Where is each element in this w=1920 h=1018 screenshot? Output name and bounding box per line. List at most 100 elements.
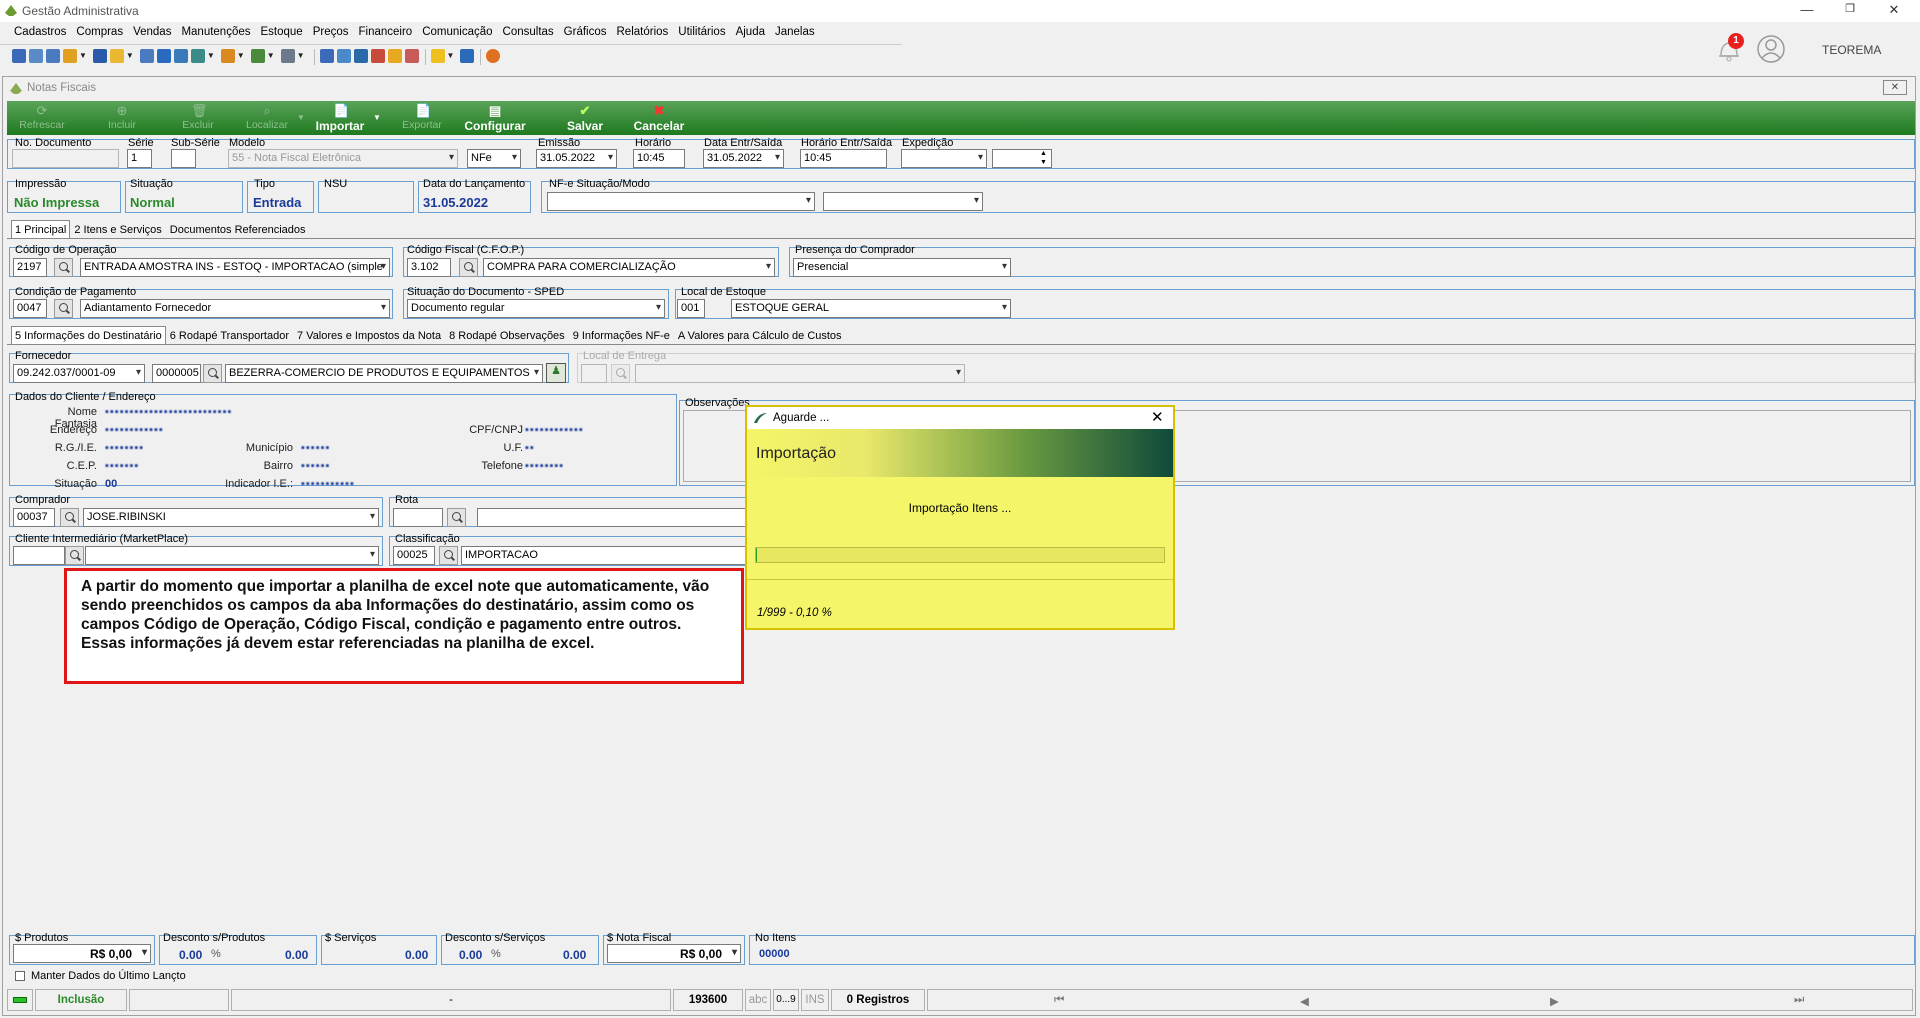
local-estoque-code-input[interactable]: 001 [677,299,705,318]
tab-valores-impostos[interactable]: 7 Valores e Impostos da Nota [293,326,445,346]
toolbar-icon-16[interactable] [370,49,385,63]
no-documento-input[interactable] [12,149,119,168]
local-estoque-select[interactable]: ESTOQUE GERAL [731,299,1011,318]
toolbar-icon-8[interactable] [156,49,171,63]
horario-entr-input[interactable]: 10:45 [800,149,887,168]
cfop-code-input[interactable]: 3.102 [407,258,451,277]
keep-data-checkbox[interactable] [15,971,25,981]
include-button[interactable]: ⊕ Incluir [99,104,145,134]
chevron-down-icon[interactable]: ▼ [373,113,381,122]
classificacao-input[interactable]: IMPORTACAO [461,546,747,565]
chevron-down-icon[interactable]: ▼ [237,51,245,60]
chevron-down-icon[interactable]: ▼ [297,113,305,122]
favorites-star-icon[interactable] [430,49,445,63]
nfe-modo-select[interactable] [823,192,983,211]
tab-valores-custos[interactable]: A Valores para Cálculo de Custos [674,326,846,346]
restore-button[interactable]: ❐ [1840,2,1860,20]
total-produtos-select[interactable]: R$ 0,00 [13,944,151,963]
toolbar-icon-5[interactable] [92,49,107,63]
toolbar-icon-12[interactable] [250,49,265,63]
toolbar-icon-11[interactable] [220,49,235,63]
rota-input[interactable] [477,508,747,527]
search-icon[interactable] [65,546,84,565]
toolbar-icon-7[interactable] [139,49,154,63]
cond-pagamento-code-input[interactable]: 0047 [13,299,47,318]
toolbar-icon-9[interactable] [173,49,188,63]
fornecedor-code-input[interactable]: 0000005 [152,364,201,383]
intermediario-code-input[interactable] [13,546,65,565]
search-icon[interactable] [611,364,630,383]
toolbar-icon-17[interactable] [387,49,402,63]
toolbar-icon-13[interactable] [280,49,295,63]
menu-graficos[interactable]: Gráficos [559,22,612,38]
nfe-situacao-select[interactable] [547,192,815,211]
situacao-sped-select[interactable]: Documento regular [407,299,665,318]
data-entr-date-input[interactable]: 31.05.2022 [703,149,784,168]
tab-rodape-observacoes[interactable]: 8 Rodapé Observações [445,326,569,346]
total-nota-select[interactable]: R$ 0,00 [607,944,741,963]
toolbar-icon-15[interactable] [336,49,351,63]
fornecedor-cnpj-select[interactable]: 09.242.037/0001-09 [13,364,145,383]
person-card-icon[interactable]: ♟ [546,363,566,383]
import-button[interactable]: 📄 Importar [311,104,369,134]
rota-code-input[interactable] [393,508,443,527]
find-button[interactable]: ⌕ Localizar [239,104,295,134]
save-button[interactable]: ✔ Salvar [563,104,607,134]
chevron-down-icon[interactable]: ▼ [267,51,275,60]
close-child-button[interactable]: ✕ [1883,80,1907,95]
chevron-down-icon[interactable]: ▼ [297,51,305,60]
calendar-icon[interactable] [353,49,368,63]
toolbar-icon-1[interactable] [12,49,26,63]
menu-precos[interactable]: Preços [308,22,354,38]
cfop-select[interactable]: COMPRA PARA COMERCIALIZAÇÃO [483,258,775,277]
chevron-down-icon[interactable]: ▼ [79,51,87,60]
toolbar-icon-14[interactable] [319,49,334,63]
search-icon[interactable] [60,508,79,527]
chevron-down-icon[interactable]: ▼ [126,51,134,60]
search-icon[interactable] [459,258,478,277]
search-icon[interactable] [54,299,73,318]
export-button[interactable]: 📄 Exportar [393,104,451,134]
search-icon[interactable] [447,508,466,527]
menu-consultas[interactable]: Consultas [498,22,559,38]
intermediario-select[interactable] [85,546,379,565]
user-avatar-icon[interactable] [1756,34,1786,64]
emissao-date-input[interactable]: 31.05.2022 [536,149,617,168]
next-record-icon[interactable]: ▶ [1550,994,1559,1008]
toolbar-icon-19[interactable] [460,49,475,63]
tab-itens-servicos[interactable]: 2 Itens e Serviços [70,220,165,240]
modelo-select[interactable]: 55 - Nota Fiscal Eletrônica [228,149,458,168]
configure-button[interactable]: ▤ Configurar [463,104,527,134]
toolbar-icon-2[interactable] [29,49,43,63]
tab-documentos-referenciados[interactable]: Documentos Referenciados [166,220,310,240]
comprador-code-input[interactable]: 00037 [13,508,55,527]
local-entrega-select[interactable] [635,364,965,383]
menu-vendas[interactable]: Vendas [128,22,176,38]
modelo-kind-select[interactable]: NFe [467,149,521,168]
chevron-down-icon[interactable]: ▼ [207,51,215,60]
menu-cadastros[interactable]: Cadastros [0,22,71,38]
menu-ajuda[interactable]: Ajuda [731,22,770,38]
classificacao-code-input[interactable]: 00025 [393,546,435,565]
toolbar-icon-10[interactable] [190,49,205,63]
menu-manutencoes[interactable]: Manutenções [176,22,255,38]
expedicao-date-input[interactable] [901,149,987,168]
horario-input[interactable]: 10:45 [633,149,685,168]
first-record-icon[interactable]: ⏮ [1054,994,1064,1007]
cod-operacao-code-input[interactable]: 2197 [13,258,47,277]
prev-record-icon[interactable]: ◀ [1300,994,1309,1008]
toolbar-icon-6[interactable] [109,49,124,63]
spinner-arrows-icon[interactable]: ▲ ▼ [1040,149,1047,167]
menu-estoque[interactable]: Estoque [256,22,308,38]
toolbar-icon-18[interactable] [404,49,419,63]
menu-janelas[interactable]: Janelas [770,22,820,38]
power-icon[interactable] [486,49,501,63]
search-icon[interactable] [54,258,73,277]
search-icon[interactable] [439,546,458,565]
local-entrega-code-input[interactable] [581,364,607,383]
presenca-select[interactable]: Presencial [793,258,1011,277]
tab-informacoes-destinatario[interactable]: 5 Informações do Destinatário [11,326,166,345]
menu-relatorios[interactable]: Relatórios [612,22,674,38]
tab-principal[interactable]: 1 Principal [11,220,71,239]
cond-pagamento-select[interactable]: Adiantamento Fornecedor [80,299,390,318]
